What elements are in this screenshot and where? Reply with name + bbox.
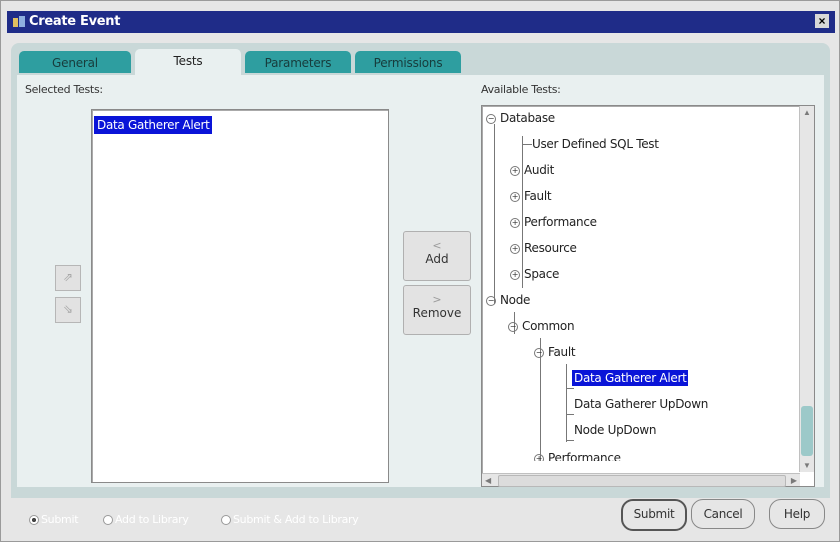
tree-node-node[interactable]: − Node — [486, 292, 532, 308]
list-item[interactable]: Data Gatherer Alert — [94, 116, 213, 134]
tree-node-fault[interactable]: + Fault — [510, 188, 553, 204]
move-down-button[interactable]: ⇘ — [55, 297, 81, 323]
submit-button[interactable]: Submit — [621, 499, 687, 531]
scroll-right-icon[interactable]: ▶ — [791, 476, 797, 485]
down-arrow-icon: ⇘ — [62, 302, 74, 316]
scroll-left-icon[interactable]: ◀ — [485, 476, 491, 485]
tree-node-data-gatherer-updown[interactable]: Data Gatherer UpDown — [572, 396, 710, 412]
radio-submit[interactable]: Submit — [29, 513, 79, 526]
expand-icon[interactable]: + — [534, 453, 544, 461]
create-event-dialog: Create Event × General Tests Parameters … — [0, 0, 840, 542]
left-arrow-icon: < — [432, 239, 442, 252]
help-button[interactable]: Help — [769, 499, 825, 529]
tree-node-space[interactable]: + Space — [510, 266, 561, 282]
tree-node-audit[interactable]: + Audit — [510, 162, 556, 178]
available-tests-tree[interactable]: − Database User Defined SQL Test + Audit +… — [481, 105, 815, 487]
remove-button-label: Remove — [412, 306, 462, 320]
radio-submit-and-add[interactable]: Submit & Add to Library — [221, 513, 359, 526]
scroll-down-icon[interactable]: ▼ — [803, 461, 811, 470]
collapse-icon[interactable]: − — [486, 295, 496, 306]
tree-node-common-fault[interactable]: − Fault — [534, 344, 577, 360]
radio-add-to-library[interactable]: Add to Library — [103, 513, 189, 526]
radio-dot[interactable] — [103, 514, 113, 525]
right-arrow-icon: > — [432, 293, 442, 306]
up-arrow-icon: ⇗ — [62, 270, 74, 284]
cancel-button[interactable]: Cancel — [691, 499, 755, 529]
tree-node-resource[interactable]: + Resource — [510, 240, 579, 256]
expand-icon[interactable]: + — [510, 165, 520, 176]
tree-node-user-defined-sql-test[interactable]: User Defined SQL Test — [530, 136, 661, 152]
selected-tests-list[interactable]: Data Gatherer Alert — [91, 109, 389, 483]
close-icon[interactable]: × — [815, 14, 829, 28]
tree-view: − Database User Defined SQL Test + Audit +… — [482, 106, 812, 461]
collapse-icon[interactable]: − — [508, 321, 518, 332]
tree-node-database[interactable]: − Database — [486, 110, 557, 126]
add-button-label: Add — [425, 252, 449, 266]
expand-icon[interactable]: + — [510, 217, 520, 228]
collapse-icon[interactable]: − — [486, 113, 496, 124]
tree-node-node-updown[interactable]: Node UpDown — [572, 422, 658, 438]
expand-icon[interactable]: + — [510, 243, 520, 254]
selected-tests-label: Selected Tests: — [25, 83, 103, 96]
tree-vertical-scrollbar[interactable]: ▲ ▼ — [799, 106, 814, 472]
tree-horizontal-scrollbar[interactable]: ◀ ▶ — [482, 473, 800, 487]
radio-dot[interactable] — [29, 514, 39, 525]
window-title: Create Event — [29, 14, 121, 29]
horizontal-scroll-thumb[interactable] — [498, 475, 786, 487]
tab-permissions[interactable]: Permissions — [355, 51, 461, 73]
tree-node-performance[interactable]: + Performance — [510, 214, 599, 230]
tree-node-data-gatherer-alert[interactable]: Data Gatherer Alert — [572, 370, 689, 386]
tree-node-common-performance[interactable]: + Performance — [534, 450, 623, 461]
move-up-button[interactable]: ⇗ — [55, 265, 81, 291]
vertical-scroll-thumb[interactable] — [801, 406, 813, 456]
radio-dot[interactable] — [221, 514, 231, 525]
tree-node-common[interactable]: − Common — [508, 318, 576, 334]
tab-tests[interactable]: Tests — [135, 49, 241, 75]
remove-button[interactable]: > Remove — [403, 285, 471, 335]
available-tests-label: Available Tests: — [481, 83, 561, 96]
scroll-up-icon[interactable]: ▲ — [803, 108, 811, 117]
tab-general[interactable]: General — [19, 51, 131, 73]
expand-icon[interactable]: + — [510, 269, 520, 280]
expand-icon[interactable]: + — [510, 191, 520, 202]
title-bar[interactable]: Create Event × — [7, 11, 835, 33]
app-icon — [13, 16, 25, 27]
add-button[interactable]: < Add — [403, 231, 471, 281]
tests-panel: Selected Tests: ⇗ ⇘ Data Gatherer Alert … — [17, 75, 824, 487]
tab-parameters[interactable]: Parameters — [245, 51, 351, 73]
collapse-icon[interactable]: − — [534, 347, 544, 358]
